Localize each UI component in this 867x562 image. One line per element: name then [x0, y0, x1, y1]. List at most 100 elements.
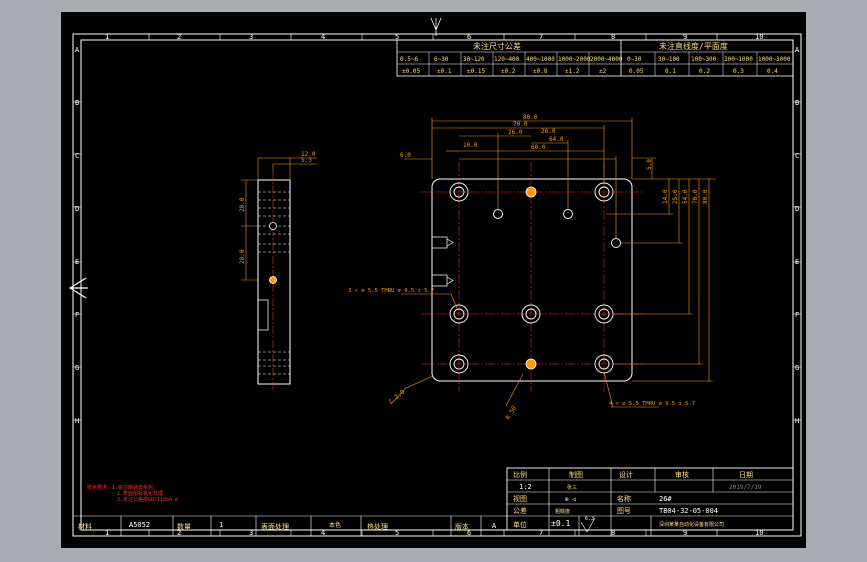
- title-block: 比例 制图 设计 审核 日期 1:2 张三 2019/7/19 视图 ⊕ ◁ 名…: [73, 467, 794, 536]
- col-label: 3: [249, 33, 253, 41]
- flat-value: 0.3: [733, 68, 744, 75]
- tb-unit-label: 单位: [513, 520, 527, 529]
- col-label: 1: [105, 529, 109, 537]
- tb-view-label: 视图: [513, 494, 527, 503]
- outer-frame: [72, 33, 802, 537]
- flat-value: 0.4: [767, 68, 778, 75]
- border-ticks: [73, 34, 801, 536]
- tb-company: 深圳某某自动化设备有限公司: [659, 521, 724, 528]
- tolerance-table: 未注尺寸公差 未注直线度/平面度 0.5~6 6~30 30~120 120~4…: [396, 39, 794, 77]
- dim-10: 10.0: [463, 142, 478, 149]
- row-label: B: [75, 99, 79, 107]
- dim-5: 5.0: [646, 159, 653, 170]
- col-label: 2: [177, 33, 181, 41]
- tb-check-label: 审核: [675, 470, 689, 479]
- technical-notes: 技术要求：1.锐边倒钝去毛刺 2.表面阳极氧化处理 3.未注公差按GB/T180…: [87, 484, 178, 503]
- linear-range: 120~400: [494, 56, 520, 63]
- flat-range: 1000~3000: [758, 56, 791, 63]
- linear-range: 30~120: [463, 56, 485, 63]
- dim-80: 80.0: [523, 114, 538, 121]
- tolerance-title-linear: 未注尺寸公差: [473, 41, 521, 51]
- dim-26b: 26.0: [541, 128, 556, 135]
- linear-value: ±0.05: [402, 68, 420, 75]
- note-line: 2.表面阳极氧化处理: [117, 490, 163, 497]
- row-label: D: [795, 205, 799, 213]
- side-view: 12.0 5.3 20.0 28.0: [239, 151, 317, 390]
- dim-25: 25.0: [672, 189, 679, 204]
- row-label: H: [75, 417, 79, 425]
- flat-range: 0~30: [627, 56, 642, 63]
- row-label: A: [795, 46, 800, 54]
- tolerance-title-flatness: 未注直线度/平面度: [659, 41, 728, 51]
- side-dim-top-b: 5.3: [301, 157, 312, 164]
- col-label: 1: [105, 33, 109, 41]
- dim-68: 68.0: [531, 144, 546, 151]
- tb-design-label: 设计: [619, 470, 633, 479]
- tb-name-value: 26#: [659, 495, 672, 503]
- tb-date-label: 日期: [739, 471, 753, 479]
- row-label: B: [795, 99, 799, 107]
- tb-tolerance-value: ±0.1: [551, 519, 570, 528]
- tb-qty-label: 数量: [177, 522, 191, 531]
- dim-26a: 26.0: [508, 129, 523, 136]
- tb-rev-value: A: [492, 522, 497, 530]
- tb-name-label: 名称: [617, 494, 631, 503]
- linear-value: ±2: [599, 68, 607, 75]
- linear-value: ±1.2: [565, 68, 580, 75]
- dim-80-vert: 80.0: [702, 189, 709, 204]
- tb-drawn-value: 张三: [567, 484, 577, 491]
- tb-material-value: A5052: [129, 521, 150, 529]
- row-label: D: [75, 205, 79, 213]
- note-line: 3.未注公差按GB/T1804-m: [117, 496, 178, 503]
- row-label: F: [795, 311, 799, 319]
- dim-6: 6.0: [400, 152, 411, 159]
- flat-range: 100~300: [691, 56, 717, 63]
- tb-date-value: 2019/7/19: [729, 484, 762, 491]
- tb-roughness-label: 粗糙度: [555, 508, 570, 515]
- dim-70: 70.0: [692, 189, 699, 204]
- tb-scale-value: 1:2: [519, 483, 532, 491]
- row-label: A: [75, 46, 80, 54]
- dim-70: 70.0: [513, 121, 528, 128]
- col-label: 3: [249, 529, 253, 537]
- row-label: E: [75, 258, 79, 266]
- cad-drawing: 1 2 3 4 5 6 7 8 9 10 1 2 3 4 5 6 7 8 9 1…: [72, 17, 802, 537]
- row-label: C: [795, 152, 799, 160]
- linear-value: ±0.8: [533, 68, 548, 75]
- linear-range: 0.5~6: [400, 56, 418, 63]
- side-dim-left-a: 20.0: [239, 197, 246, 212]
- row-label: F: [75, 311, 79, 319]
- linear-range: 2000~4000: [590, 56, 623, 63]
- row-label: C: [75, 152, 79, 160]
- row-label: H: [795, 417, 799, 425]
- tb-surface-label: 表面处理: [261, 522, 289, 531]
- dim-54: 54.0: [682, 189, 689, 204]
- linear-value: ±0.1: [437, 68, 452, 75]
- tb-surface-value: 本色: [329, 521, 341, 529]
- tb-qty-value: 1: [219, 521, 223, 529]
- row-label: G: [75, 364, 79, 372]
- note-line: 技术要求：1.锐边倒钝去毛刺: [87, 484, 153, 491]
- flat-range: 300~1000: [724, 56, 753, 63]
- linear-range: 400~1000: [526, 56, 555, 63]
- plan-view: 80.0 70.0 26.0 26.0 64.0 68.0 10.0 6.0 5…: [348, 114, 716, 421]
- centering-mark-icon: [430, 17, 442, 36]
- tb-dwg-value: TB04-32-05-004: [659, 507, 718, 515]
- row-label: E: [795, 258, 799, 266]
- flat-value: 0.1: [665, 68, 676, 75]
- border-labels: 1 2 3 4 5 6 7 8 9 10 1 2 3 4 5 6 7 8 9 1…: [75, 33, 800, 537]
- col-label: 5: [395, 529, 399, 537]
- tb-tolerance-label: 公差: [513, 506, 527, 515]
- linear-range: 1000~2000: [558, 56, 591, 63]
- tb-heat-label: 热处理: [367, 522, 388, 531]
- tb-scale-label: 比例: [513, 470, 527, 479]
- radius-label: R 50: [505, 405, 518, 421]
- callout-top: 3 × ∅ 5.5 THRU ∅ 9.5 ↧ 5.7: [348, 288, 434, 294]
- flat-value: 0.2: [699, 68, 710, 75]
- tb-roughness-value: 6.3: [585, 516, 594, 522]
- tb-projection: ⊕ ◁: [565, 496, 576, 503]
- linear-value: ±0.2: [501, 68, 516, 75]
- tb-material-label: 材料: [78, 522, 92, 531]
- row-label: G: [795, 364, 799, 372]
- tb-rev-label: 版本: [455, 522, 469, 531]
